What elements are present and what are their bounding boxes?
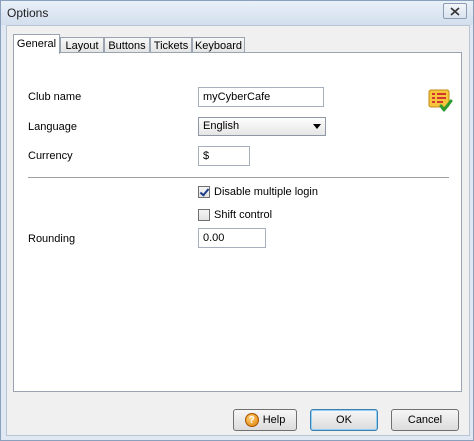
window-title: Options (7, 6, 49, 20)
club-name-input[interactable] (198, 87, 324, 107)
chevron-down-icon (313, 124, 321, 129)
tab-label: Keyboard (194, 40, 243, 52)
club-name-label: Club name (28, 91, 82, 103)
tab-keyboard[interactable]: Keyboard (192, 37, 245, 53)
shift-control-option[interactable]: Shift control (198, 208, 272, 222)
tab-buttons[interactable]: Buttons (104, 37, 150, 53)
currency-input[interactable] (198, 146, 250, 166)
tab-tickets[interactable]: Tickets (150, 37, 192, 53)
disable-multiple-login-option[interactable]: Disable multiple login (198, 185, 318, 199)
dialog-client-area: General Layout Buttons Tickets Keyboard … (6, 25, 470, 436)
help-button-label: Help (262, 414, 286, 426)
tab-label: General (16, 38, 57, 50)
options-dialog: Options General Layout Buttons Tickets K… (0, 0, 474, 441)
title-bar: Options (1, 1, 473, 25)
language-selected-value: English (203, 120, 240, 132)
close-icon (450, 6, 460, 16)
general-tab-panel: Club name Language English Currency (13, 52, 462, 392)
rounding-input[interactable] (198, 228, 266, 248)
language-label: Language (28, 121, 77, 133)
ok-button-label: OK (336, 414, 352, 426)
help-icon: ? (244, 413, 259, 427)
tab-label: Tickets (153, 40, 189, 52)
rounding-label: Rounding (28, 233, 76, 245)
ok-button[interactable]: OK (310, 409, 378, 431)
disable-multiple-login-label: Disable multiple login (214, 186, 318, 198)
language-select[interactable]: English (198, 117, 326, 136)
close-button[interactable] (443, 3, 467, 19)
cancel-button-label: Cancel (407, 414, 443, 426)
help-button[interactable]: ? Help (233, 409, 297, 431)
cancel-button[interactable]: Cancel (391, 409, 459, 431)
settings-checklist-icon (428, 89, 453, 112)
tab-label: Layout (65, 40, 99, 52)
tab-layout[interactable]: Layout (60, 37, 104, 53)
disable-multiple-login-checkbox[interactable] (198, 186, 210, 198)
tab-label: Buttons (108, 40, 146, 52)
shift-control-label: Shift control (214, 209, 273, 221)
currency-label: Currency (28, 150, 73, 162)
section-divider (28, 177, 449, 179)
shift-control-checkbox[interactable] (198, 209, 210, 221)
tab-general[interactable]: General (13, 34, 60, 54)
